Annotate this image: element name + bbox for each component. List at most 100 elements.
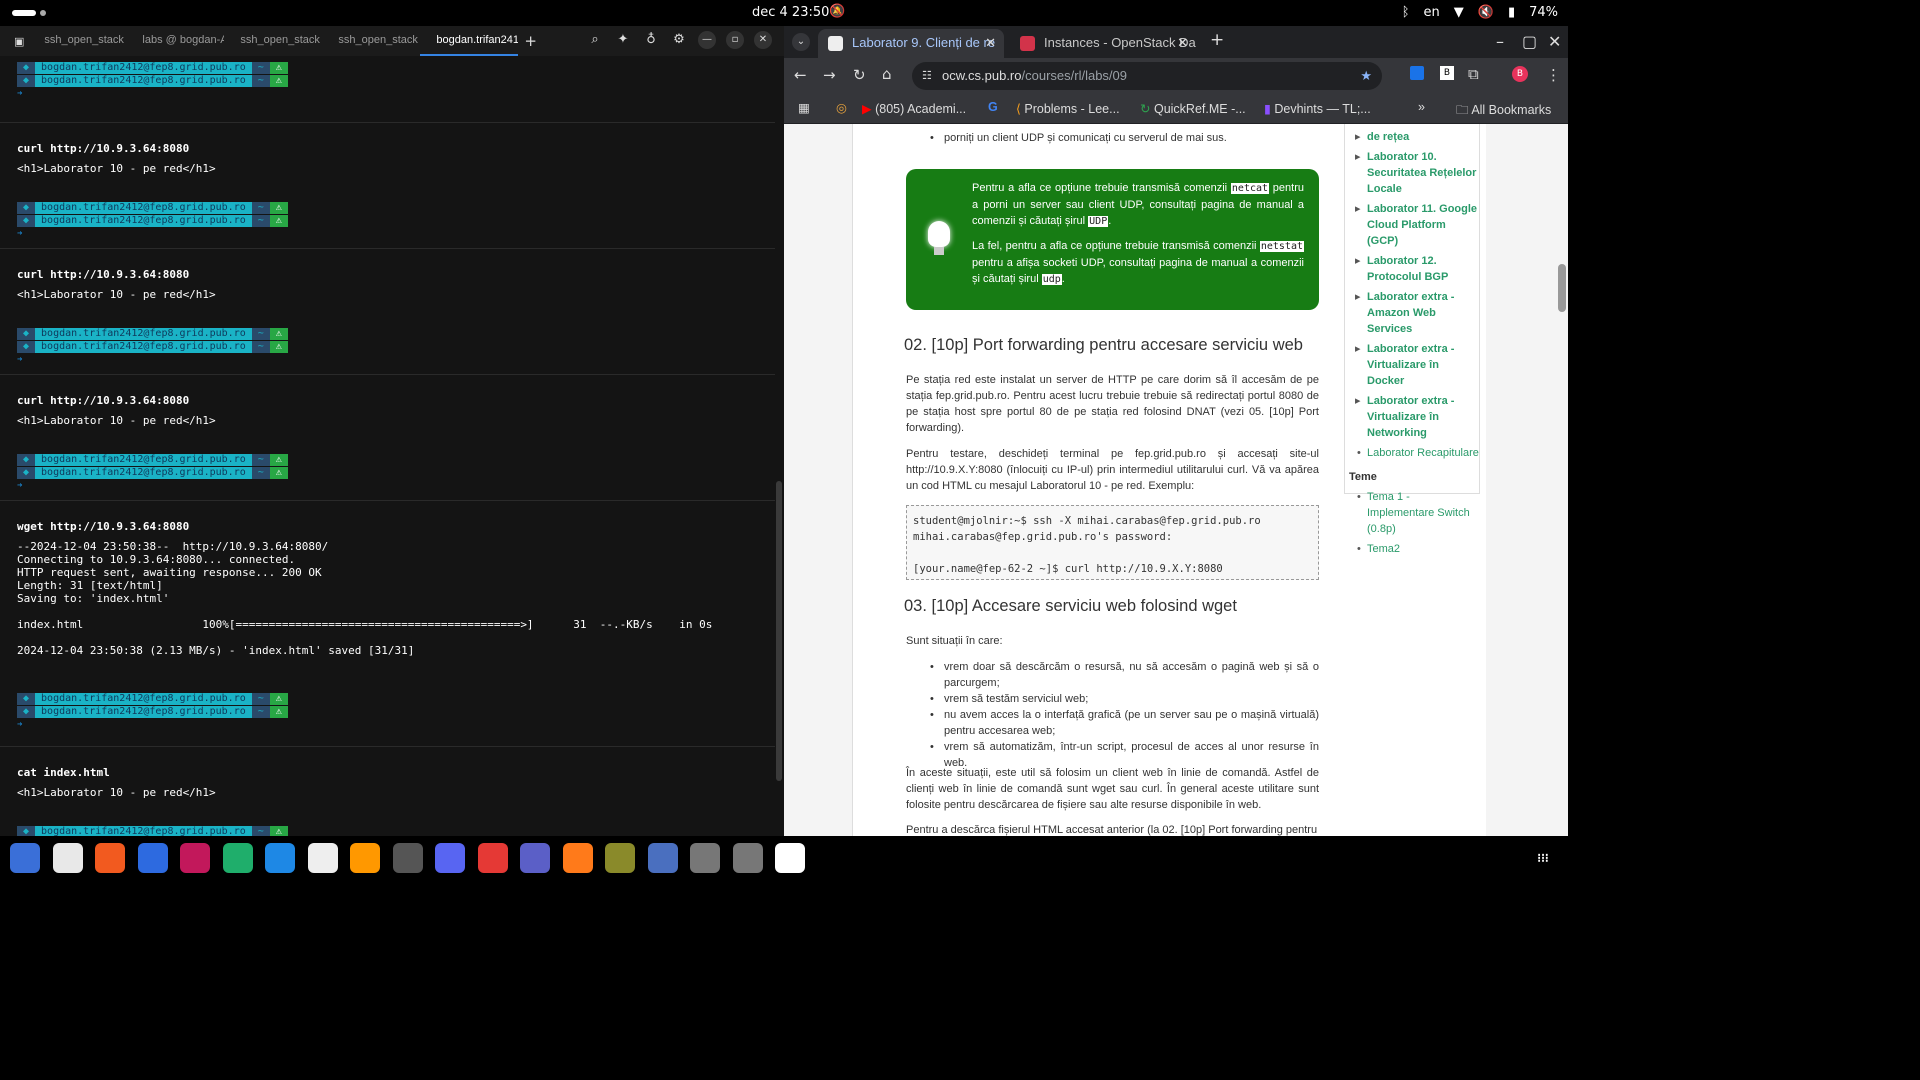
- console-icon[interactable]: [392, 843, 423, 873]
- extension-icon[interactable]: [1410, 66, 1424, 80]
- extension-b-icon[interactable]: B: [1440, 66, 1454, 80]
- home-icon[interactable]: ⌂: [882, 65, 892, 83]
- toc-item[interactable]: Laborator 11. Google Cloud Platform (GCP…: [1345, 201, 1479, 249]
- profile-avatar[interactable]: B: [1512, 66, 1528, 82]
- clion-icon[interactable]: [222, 843, 253, 873]
- shell-prompt: ◆bogdan.trifan2412@fep8.grid.pub.ro~⚠: [17, 467, 288, 479]
- tab-title: Laborator 9. Clienți de re: [852, 35, 996, 50]
- terminal-output[interactable]: ◆ bogdan.trifan2412@fep8.grid.pub.ro ~ ⚠ ◆ bo…: [0, 62, 775, 863]
- toc-item[interactable]: Laborator extra - Amazon Web Services: [1345, 289, 1479, 337]
- close-icon[interactable]: ✕: [754, 31, 772, 49]
- os-icon: ◆: [17, 467, 36, 479]
- app-grid-icon[interactable]: ⁝⁝⁝: [1528, 843, 1558, 873]
- openstack-favicon-icon: [1020, 36, 1035, 51]
- terminal-tab[interactable]: labs @ bogdan-A: [126, 26, 224, 56]
- activities-pill[interactable]: [12, 10, 36, 16]
- toc-item[interactable]: Laborator extra - Virtualizare în Docker: [1345, 341, 1479, 389]
- browser-tab-active[interactable]: Laborator 9. Clienți de re ✕: [818, 29, 1004, 58]
- section-heading: 03. [10p] Accesare serviciu web folosind…: [904, 597, 1237, 615]
- address-bar[interactable]: ☷ ocw.cs.pub.ro/courses/rl/labs/09 ★: [912, 62, 1382, 90]
- draw-icon[interactable]: [562, 843, 593, 873]
- menu-kebab-icon[interactable]: ⋮: [1546, 66, 1561, 84]
- page-viewport[interactable]: porniți un client UDP și comunicați cu s…: [784, 124, 1568, 836]
- minimize-icon[interactable]: —: [698, 31, 716, 49]
- prompt-warn-icon: ⚠: [269, 341, 288, 353]
- terminal-app-icon[interactable]: [307, 843, 338, 873]
- system-tray[interactable]: ᛒ en ▼ 🔇 ▮ 74%: [1402, 5, 1558, 20]
- bookmark-star-icon[interactable]: ★: [1360, 62, 1372, 90]
- apps-grid-icon[interactable]: ▦: [798, 100, 810, 115]
- back-icon[interactable]: ←: [794, 66, 807, 84]
- shell-prompt: ◆bogdan.trifan2412@fep8.grid.pub.ro~⚠: [17, 341, 288, 353]
- google-icon[interactable]: G: [988, 100, 998, 114]
- list-item: vrem să testăm serviciul web;: [930, 691, 1319, 707]
- close-window-icon[interactable]: ✕: [1548, 32, 1561, 51]
- toc-item[interactable]: Laborator 10. Securitatea Rețelelor Loca…: [1345, 149, 1479, 197]
- chrome-icon[interactable]: [52, 843, 83, 873]
- new-tab-icon[interactable]: +: [524, 32, 537, 50]
- more-bookmarks-icon[interactable]: »: [1418, 100, 1425, 114]
- toc-item[interactable]: Laborator 12. Protocolul BGP: [1345, 253, 1479, 285]
- archive-icon[interactable]: [605, 843, 635, 873]
- browser-tab[interactable]: Instances - OpenStack Da ✕: [1010, 29, 1196, 58]
- language-indicator[interactable]: en: [1424, 5, 1440, 20]
- maximize-icon[interactable]: ▢: [1522, 32, 1537, 51]
- toc-link[interactable]: Tema2: [1345, 541, 1479, 557]
- sublime-icon[interactable]: [350, 843, 380, 873]
- bookmark-label: Problems - Lee...: [1024, 102, 1120, 116]
- site-info-icon[interactable]: ☷: [922, 62, 932, 90]
- trash-icon[interactable]: [775, 843, 805, 873]
- ai-sparkle-icon[interactable]: ✦: [614, 31, 632, 49]
- files-icon[interactable]: [10, 843, 40, 873]
- vscode-icon[interactable]: [265, 843, 295, 873]
- terminal-tab[interactable]: ssh_open_stack: [28, 26, 126, 56]
- pdf-icon[interactable]: [477, 843, 508, 873]
- maximize-icon[interactable]: ▫: [726, 31, 744, 49]
- toc-link[interactable]: Laborator Recapitulare: [1345, 445, 1479, 461]
- terminal-tab-active[interactable]: bogdan.trifan241: [420, 26, 519, 56]
- terminal-scrollbar[interactable]: [776, 481, 782, 781]
- close-tab-icon[interactable]: ✕: [985, 29, 996, 57]
- folder-icon: 🗀: [1456, 103, 1469, 117]
- clock[interactable]: dec 4 23:50: [752, 5, 829, 20]
- prompt-warn-icon: ⚠: [269, 328, 288, 340]
- all-bookmarks[interactable]: 🗀 All Bookmarks: [1456, 101, 1551, 122]
- reload-icon[interactable]: ↻: [853, 66, 866, 84]
- disk1-icon[interactable]: [690, 843, 720, 873]
- toc-item[interactable]: de rețea: [1345, 129, 1479, 145]
- discord-icon[interactable]: [435, 843, 465, 873]
- disk2-icon[interactable]: [732, 843, 763, 873]
- new-tab-icon[interactable]: +: [1210, 30, 1224, 50]
- workspace-dot[interactable]: [40, 10, 46, 16]
- toc-item[interactable]: Laborator extra - Virtualizare în Networ…: [1345, 393, 1479, 441]
- shell-prompt: ◆bogdan.trifan2412@fep8.grid.pub.ro~⚠: [17, 202, 288, 214]
- command-line: curl http://10.9.3.64:8080: [17, 142, 190, 155]
- teams-icon[interactable]: [520, 843, 550, 873]
- brave-icon[interactable]: [95, 843, 125, 873]
- intellij-icon[interactable]: [137, 843, 168, 873]
- prompt-warn-icon: ⚠: [269, 202, 288, 214]
- page-scrollbar[interactable]: [1558, 264, 1566, 312]
- terminal-tab[interactable]: ssh_open_stack: [224, 26, 322, 56]
- terminal-menu-icon[interactable]: ▣: [14, 35, 24, 48]
- settings-icon[interactable]: [647, 843, 678, 873]
- extensions-puzzle-icon[interactable]: ⧉: [1468, 65, 1479, 83]
- bookmark-quickref[interactable]: ↻ QuickRef.ME -...: [1140, 101, 1246, 116]
- lightbulb-icon[interactable]: ♁: [642, 31, 660, 49]
- tab-search-icon[interactable]: ⌄: [792, 33, 810, 51]
- search-icon[interactable]: ⌕: [586, 31, 604, 49]
- bookmark-devhints[interactable]: ▮ Devhints — TL;...: [1264, 101, 1371, 116]
- terminal-tab[interactable]: ssh_open_stack: [322, 26, 420, 56]
- close-tab-icon[interactable]: ✕: [1177, 29, 1188, 57]
- bookmark-youtube[interactable]: ▶ (805) Academi...: [862, 101, 966, 116]
- forward-icon[interactable]: →: [823, 66, 836, 84]
- gear-icon[interactable]: ⚙: [670, 31, 688, 49]
- tab-title: Instances - OpenStack Da: [1044, 35, 1196, 50]
- toc-link[interactable]: Tema 1 - Implementare Switch (0.8p): [1345, 489, 1479, 537]
- rider-icon[interactable]: [180, 843, 210, 873]
- minimize-icon[interactable]: –: [1496, 32, 1504, 51]
- bookmark-leetcode[interactable]: ⟨ Problems - Lee...: [1016, 101, 1120, 116]
- wifi-icon: ▼: [1453, 5, 1464, 20]
- bookmark-label: QuickRef.ME -...: [1153, 102, 1246, 116]
- bookmark-icon[interactable]: ◎: [836, 100, 847, 115]
